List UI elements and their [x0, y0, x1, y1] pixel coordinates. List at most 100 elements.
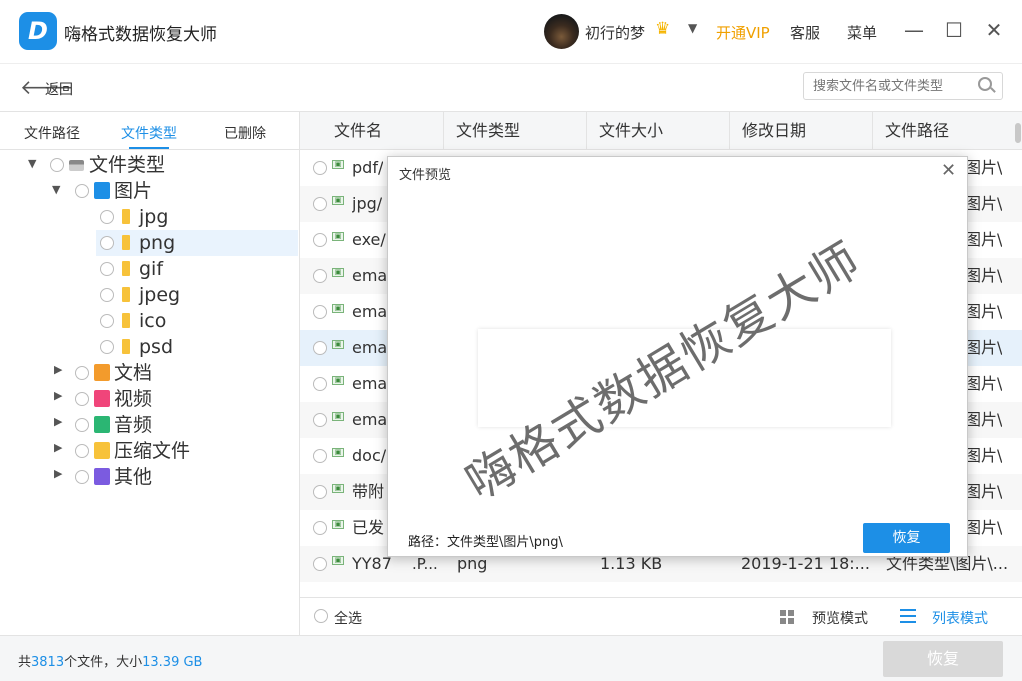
total-size: 13.39 GB: [142, 655, 203, 670]
row-radio[interactable]: [313, 521, 327, 535]
search-input[interactable]: [803, 72, 1003, 100]
row-radio[interactable]: [313, 377, 327, 391]
cell-name: ema: [352, 338, 388, 357]
tree-radio[interactable]: [100, 210, 114, 224]
column-header-name[interactable]: 文件名: [300, 112, 444, 150]
tree-item-archives[interactable]: ▶ 压缩文件: [0, 438, 298, 464]
row-radio[interactable]: [313, 413, 327, 427]
row-radio[interactable]: [313, 269, 327, 283]
cell-name: YY87: [352, 554, 392, 573]
column-header-type[interactable]: 文件类型: [444, 112, 587, 150]
list-view-icon[interactable]: [900, 609, 916, 623]
tree-item-ico[interactable]: ico: [0, 308, 298, 334]
close-icon[interactable]: ✕: [982, 18, 1006, 42]
cell-path: 图片\: [965, 302, 1003, 321]
tree-radio[interactable]: [75, 392, 89, 406]
username[interactable]: 初行的梦: [585, 22, 645, 43]
list-mode-button[interactable]: 列表模式: [932, 608, 988, 628]
app-title: 嗨格式数据恢复大师: [64, 25, 217, 45]
tree-radio[interactable]: [100, 340, 114, 354]
tree-radio[interactable]: [100, 288, 114, 302]
tree-radio[interactable]: [75, 366, 89, 380]
row-radio[interactable]: [313, 485, 327, 499]
chevron-right-icon[interactable]: ▶: [54, 441, 62, 454]
column-header-path[interactable]: 文件路径: [873, 112, 1022, 150]
chevron-down-icon[interactable]: ▼: [688, 21, 697, 35]
tree-item-label: 压缩文件: [114, 440, 191, 462]
grid-view-icon[interactable]: [780, 610, 794, 624]
app-logo-icon: D: [19, 12, 57, 50]
tab-file-path[interactable]: 文件路径: [24, 123, 80, 143]
row-radio[interactable]: [313, 233, 327, 247]
row-radio[interactable]: [313, 197, 327, 211]
status-prefix: 共: [18, 655, 32, 670]
image-file-icon: ▣: [332, 340, 344, 349]
image-file-icon: ▣: [332, 268, 344, 277]
select-all-label[interactable]: 全选: [334, 608, 362, 628]
column-header-date[interactable]: 修改日期: [730, 112, 873, 150]
chevron-right-icon[interactable]: ▶: [54, 389, 62, 402]
cell-name: pdf/: [352, 158, 384, 177]
cell-path: 图片\: [965, 194, 1003, 213]
close-icon[interactable]: ✕: [941, 160, 956, 181]
cell-name: 已发: [352, 518, 385, 537]
tree-radio[interactable]: [75, 418, 89, 432]
tree-radio[interactable]: [75, 470, 89, 484]
maximize-icon[interactable]: ☐: [942, 18, 966, 42]
tab-deleted[interactable]: 已删除: [224, 123, 266, 143]
chevron-right-icon[interactable]: ▶: [54, 415, 62, 428]
menu-link[interactable]: 菜单: [847, 22, 877, 43]
tree-radio[interactable]: [75, 184, 89, 198]
column-header-size[interactable]: 文件大小: [587, 112, 730, 150]
service-link[interactable]: 客服: [790, 22, 820, 43]
recover-button[interactable]: 恢复: [883, 641, 1003, 677]
tree-radio[interactable]: [50, 158, 64, 172]
tree-item-label: 图片: [114, 180, 153, 202]
image-file-icon: ▣: [332, 448, 344, 457]
list-scrollbar[interactable]: [1015, 123, 1021, 143]
preview-mode-button[interactable]: 预览模式: [812, 608, 868, 628]
search-icon[interactable]: [978, 77, 992, 91]
row-radio[interactable]: [313, 449, 327, 463]
minimize-icon[interactable]: —: [902, 18, 926, 42]
row-radio[interactable]: [313, 557, 327, 571]
row-radio[interactable]: [313, 305, 327, 319]
tree-item-images[interactable]: ▼ 图片: [0, 178, 298, 204]
tree-item-file-type[interactable]: ▼ 文件类型: [0, 152, 298, 178]
tree-item-documents[interactable]: ▶ 文档: [0, 360, 298, 386]
dialog-recover-button[interactable]: 恢复: [863, 523, 950, 553]
tree-item-psd[interactable]: psd: [0, 334, 298, 360]
chevron-down-icon[interactable]: ▼: [28, 157, 36, 170]
cell-path: 图片\: [965, 266, 1003, 285]
chevron-right-icon[interactable]: ▶: [54, 363, 62, 376]
image-file-icon: ▣: [332, 304, 344, 313]
avatar[interactable]: [544, 14, 579, 49]
tree-radio[interactable]: [100, 314, 114, 328]
sidebar-tabs: 文件路径 文件类型 已删除: [0, 112, 300, 150]
tree-item-jpeg[interactable]: jpeg: [0, 282, 298, 308]
tree-item-gif[interactable]: gif: [0, 256, 298, 282]
list-header: 文件名 文件类型 文件大小 修改日期 文件路径: [300, 112, 1022, 150]
tree-item-audio[interactable]: ▶ 音频: [0, 412, 298, 438]
tree-item-jpg[interactable]: jpg: [0, 204, 298, 230]
row-radio[interactable]: [313, 161, 327, 175]
tree-radio[interactable]: [100, 262, 114, 276]
folder-icon: [122, 235, 130, 250]
cell-path: 图片\: [965, 230, 1003, 249]
vip-link[interactable]: 开通VIP: [716, 22, 770, 43]
dialog-title: 文件预览: [399, 168, 452, 183]
chevron-right-icon[interactable]: ▶: [54, 467, 62, 480]
file-count: 3813: [31, 655, 65, 670]
select-all-radio[interactable]: [314, 609, 328, 623]
row-radio[interactable]: [313, 341, 327, 355]
tree-radio[interactable]: [75, 444, 89, 458]
chevron-down-icon[interactable]: ▼: [52, 183, 60, 196]
tree-item-label: 文档: [114, 362, 153, 384]
tree-item-video[interactable]: ▶ 视频: [0, 386, 298, 412]
tree-item-other[interactable]: ▶ 其他: [0, 464, 298, 490]
preview-dialog: 文件预览 ✕ 嗨格式数据恢复大师 路径：文件类型\图片\png\ 恢复: [387, 156, 968, 557]
back-button[interactable]: 返回: [45, 79, 73, 99]
tree-radio[interactable]: [100, 236, 114, 250]
tree-item-png[interactable]: png: [96, 230, 298, 256]
tab-file-type[interactable]: 文件类型: [121, 123, 177, 143]
